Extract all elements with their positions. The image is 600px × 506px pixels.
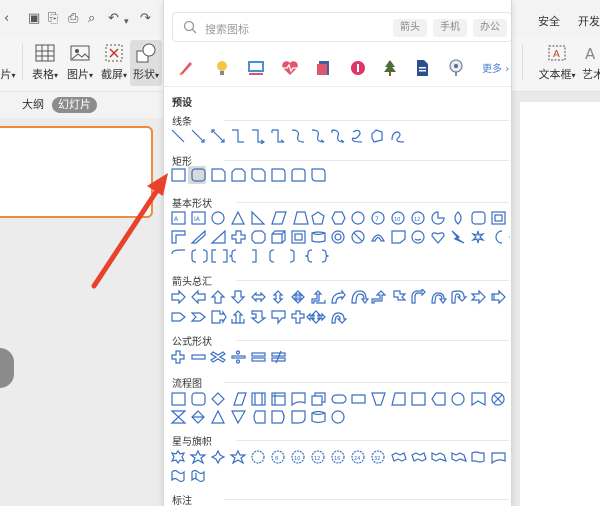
section-title-block-arrows: 箭头总汇 (172, 277, 212, 288)
screenshot-button[interactable]: 截屏▾ (98, 40, 130, 86)
svg-text:10: 10 (394, 217, 400, 223)
ribbon-divider (22, 44, 23, 80)
print-icon[interactable]: ⎙ (68, 12, 78, 26)
svg-text:16: 16 (334, 456, 340, 462)
flowchart-shapes-row[interactable] (170, 409, 370, 425)
table-icon (35, 44, 55, 62)
save-icon[interactable]: ▣ (28, 12, 40, 26)
shape-button[interactable]: 形状▾ (130, 40, 162, 86)
redo-icon[interactable]: ↷ (140, 12, 151, 26)
tab-security[interactable]: 安全 (538, 13, 560, 29)
svg-text:7: 7 (375, 216, 379, 223)
search-chip-arrow[interactable]: 箭头 (393, 19, 427, 37)
svg-text:A: A (585, 45, 596, 63)
picture-partial-button[interactable]: 片▾ (0, 40, 18, 86)
svg-text:IA: IA (194, 216, 201, 223)
svg-text:24: 24 (354, 456, 360, 462)
more-icons-link[interactable]: 更多 › (482, 60, 509, 75)
star-banner-shapes-row[interactable] (170, 468, 250, 484)
search-icon (183, 20, 197, 34)
pane-scroll-handle[interactable] (0, 348, 14, 388)
panel-divider (164, 86, 511, 87)
line-shapes-row[interactable] (170, 128, 410, 144)
picture-button[interactable]: 图片▾ (64, 40, 96, 86)
svg-text:32: 32 (374, 456, 380, 462)
svg-text:10: 10 (294, 456, 300, 462)
ribbon-divider (522, 44, 523, 80)
section-title-callouts: 标注 (172, 496, 192, 506)
section-divider (224, 382, 509, 383)
equation-shapes-row[interactable] (170, 349, 290, 365)
chevron-right-icon: › (505, 64, 510, 75)
section-divider (236, 202, 509, 203)
picture-icon (70, 45, 90, 61)
screenshot-icon (105, 44, 123, 62)
svg-text:8: 8 (275, 456, 278, 462)
textbox-icon: A (548, 45, 566, 61)
art-text-icon: A (585, 45, 596, 63)
basic-shapes-row[interactable]: A IA 7 10 12 (170, 210, 510, 226)
view-tabs: 大纲 幻灯片 (0, 92, 163, 118)
rectangle-shapes-row[interactable] (170, 167, 350, 183)
search-chip-phone[interactable]: 手机 (433, 19, 467, 37)
block-arrow-shapes-row[interactable] (170, 309, 370, 325)
section-title-basic-shapes: 基本形状 (172, 199, 212, 210)
tab-developer[interactable]: 开发 (578, 13, 600, 29)
section-divider (224, 499, 509, 500)
basic-shapes-row[interactable] (170, 229, 510, 245)
tree-icon[interactable] (380, 58, 400, 78)
preview-icon[interactable]: ⌕ (88, 12, 95, 26)
svg-text:A: A (174, 216, 179, 223)
slide-thumbnail-pane (0, 118, 163, 506)
lightbulb-icon[interactable] (212, 58, 232, 78)
heartbeat-icon[interactable] (280, 58, 300, 78)
section-divider (236, 440, 509, 441)
icon-search-box[interactable]: 搜索图标 箭头 手机 办公 (172, 12, 511, 42)
star-banner-shapes-row[interactable]: 8 10 12 16 24 32 (170, 449, 510, 465)
tab-slides[interactable]: 幻灯片 (52, 97, 97, 113)
section-title-flowchart: 流程图 (172, 379, 202, 390)
preset-heading: 预设 (172, 98, 192, 109)
icon-category-row: 更多 › (164, 52, 511, 86)
section-divider (236, 280, 509, 281)
info-badge-icon[interactable] (348, 58, 368, 78)
search-placeholder: 搜索图标 (205, 23, 249, 36)
location-pin-icon[interactable] (446, 58, 466, 78)
slide-canvas (512, 92, 600, 506)
section-divider (224, 120, 509, 121)
basic-shapes-row[interactable] (170, 248, 330, 264)
svg-text:12: 12 (314, 456, 320, 462)
art-text-button[interactable]: A 艺术 (578, 40, 600, 86)
shape-dropdown-panel: 搜索图标 箭头 手机 办公 更多 › 预设 线条 矩形 基本形状 箭头总汇 公式… (163, 0, 512, 506)
search-chip-office[interactable]: 办公 (473, 19, 507, 37)
document-stack-icon[interactable] (314, 58, 334, 78)
section-title-equation-shapes: 公式形状 (172, 337, 212, 348)
svg-text:12: 12 (414, 217, 420, 223)
partial-icon[interactable]: ‹ (4, 12, 9, 26)
section-title-stars-banners: 星与旗帜 (172, 437, 212, 448)
section-title-lines: 线条 (172, 117, 192, 128)
file-icon[interactable] (412, 58, 432, 78)
flowchart-shapes-row[interactable] (170, 391, 510, 407)
tab-outline[interactable]: 大纲 (16, 97, 50, 113)
table-button[interactable]: 表格▾ (28, 40, 62, 86)
undo-dropdown-icon[interactable]: ▾ (124, 15, 129, 29)
section-divider (224, 160, 509, 161)
block-arrow-shapes-row[interactable] (170, 289, 510, 305)
export-icon[interactable]: ⎘ (48, 12, 58, 26)
dropdown-icon (0, 42, 18, 64)
presentation-icon[interactable] (246, 58, 266, 78)
rocket-icon[interactable] (176, 58, 196, 78)
slide-thumbnail[interactable] (0, 126, 153, 218)
svg-text:A: A (553, 49, 560, 60)
shape-icon (136, 43, 156, 63)
textbox-button[interactable]: A 文本框▾ (538, 40, 576, 86)
slide-page[interactable] (520, 102, 600, 506)
undo-icon[interactable]: ↶ (108, 12, 119, 26)
section-divider (236, 340, 509, 341)
